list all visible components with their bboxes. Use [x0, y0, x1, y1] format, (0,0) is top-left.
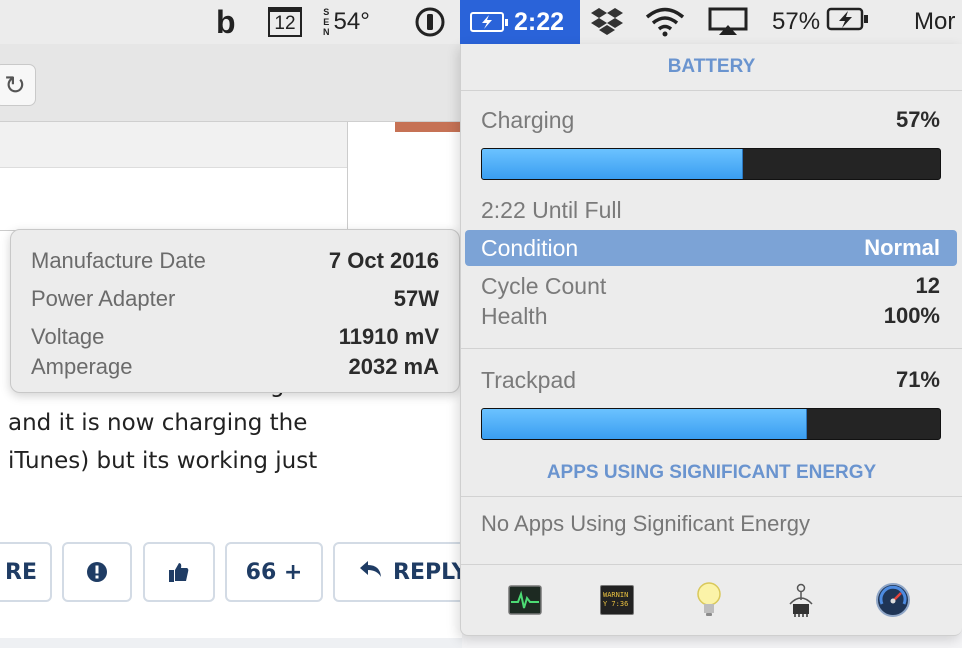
tooltip-label: Manufacture Date [31, 248, 206, 273]
apps-section-title: APPS USING SIGNIFICANT ENERGY [546, 462, 877, 483]
tooltip-value: 2032 mA [348, 354, 439, 379]
report-button[interactable] [62, 542, 132, 602]
menubar-clock-overflow[interactable]: Mor [914, 0, 955, 44]
cycle-count-value: 12 [915, 273, 940, 298]
airplay-icon[interactable] [708, 0, 748, 44]
accent-strip [395, 122, 465, 132]
tooltip-row: Voltage 11910 mV [31, 324, 439, 350]
battery-menu-item[interactable]: 2:22 [460, 0, 580, 44]
tooltip-value: 7 Oct 2016 [328, 248, 439, 273]
charging-value: 57% [895, 107, 940, 132]
post-header [0, 122, 348, 168]
divider [347, 122, 348, 232]
reply-arrow-icon [359, 559, 383, 585]
condition-value: Normal [864, 235, 940, 260]
divider [461, 564, 962, 565]
tooltip-row: Manufacture Date 7 Oct 2016 [31, 248, 439, 274]
reload-button[interactable]: ↻ [0, 64, 36, 106]
divider [461, 348, 962, 349]
condition-row[interactable]: Condition Normal [481, 235, 940, 262]
exclamation-icon [87, 562, 107, 582]
health-label: Health [481, 303, 548, 329]
quote-label: 66 + [245, 559, 303, 585]
cycle-count-label: Cycle Count [481, 273, 607, 299]
tooltip-row: Amperage 2032 mA [31, 354, 439, 380]
bitdefender-b-icon[interactable]: b [216, 0, 236, 44]
post-text-line: and it is now charging the [8, 410, 308, 436]
browser-toolbar: ↻ [0, 44, 462, 122]
app-shortcut-bar: WARNIN Y 7:36 [461, 568, 962, 634]
dropbox-icon[interactable] [590, 0, 624, 44]
page-footer [0, 638, 462, 648]
battery-section-title: BATTERY [667, 56, 756, 77]
light-bulb-icon[interactable] [691, 582, 727, 618]
temperature-value: 54° [333, 8, 370, 35]
share-label: RE [5, 559, 37, 585]
wifi-icon[interactable] [644, 0, 686, 44]
trackpad-progress-bar [481, 408, 941, 440]
until-full-row: 2:22 Until Full [481, 197, 940, 224]
battery-percent-text: 57% [772, 8, 821, 35]
battery-dropdown: BATTERY Charging 57% 2:22 Until Full Con… [460, 44, 962, 636]
performance-gauge-icon[interactable] [875, 582, 911, 618]
battery-icon [826, 6, 870, 39]
reload-icon: ↻ [4, 69, 26, 100]
divider [461, 90, 962, 91]
battery-status[interactable]: 57% [772, 0, 870, 44]
activity-monitor-icon[interactable] [507, 582, 543, 618]
reply-label: REPLY [393, 559, 468, 585]
cycle-count-row: Cycle Count 12 [481, 273, 940, 300]
battery-info-tooltip: Manufacture Date 7 Oct 2016 Power Adapte… [10, 229, 460, 393]
weather-widget[interactable]: SEN 54° [323, 0, 370, 44]
trackpad-progress-fill [482, 409, 808, 439]
tooltip-label: Voltage [31, 324, 105, 349]
tooltip-row: Power Adapter 57W [31, 286, 439, 312]
share-button[interactable]: RE [0, 542, 52, 602]
quote-button[interactable]: 66 + [225, 542, 323, 602]
battery-time-remaining: 2:22 [514, 7, 565, 36]
charging-progress-fill [482, 149, 744, 179]
battery-charging-icon [470, 12, 508, 32]
tooltip-label: Power Adapter [31, 286, 176, 311]
tooltip-label: Amperage [31, 354, 133, 379]
charging-progress-bar [481, 148, 941, 180]
thumbs-up-icon [169, 563, 189, 582]
trackpad-label: Trackpad [481, 367, 577, 393]
like-button[interactable] [143, 542, 215, 602]
trackpad-row: Trackpad 71% [481, 367, 940, 394]
calendar-icon[interactable]: 12 [268, 0, 302, 44]
trackpad-value: 71% [895, 367, 940, 392]
charging-label: Charging [481, 107, 575, 133]
post-text-line: iTunes) but its working just [8, 448, 318, 474]
wind-direction-icon: SEN [323, 7, 330, 37]
charging-row: Charging 57% [481, 107, 940, 134]
menu-bar: b 12 SEN 54° 2:22 57% Mor [0, 0, 962, 44]
reply-button[interactable]: REPLY [333, 542, 473, 602]
no-apps-message: No Apps Using Significant Energy [481, 511, 810, 536]
console-icon[interactable]: WARNIN Y 7:36 [599, 582, 635, 618]
system-information-icon[interactable] [783, 582, 819, 618]
condition-label: Condition [481, 235, 579, 261]
tooltip-value: 57W [393, 286, 439, 311]
health-value: 100% [883, 303, 940, 328]
health-row: Health 100% [481, 303, 940, 330]
divider [461, 496, 962, 497]
until-full-text: 2:22 Until Full [481, 197, 622, 223]
console-text: WARNIN Y 7:36 [600, 585, 634, 615]
calendar-day: 12 [268, 7, 302, 37]
tooltip-value: 11910 mV [338, 324, 439, 349]
1password-icon[interactable] [414, 0, 446, 44]
